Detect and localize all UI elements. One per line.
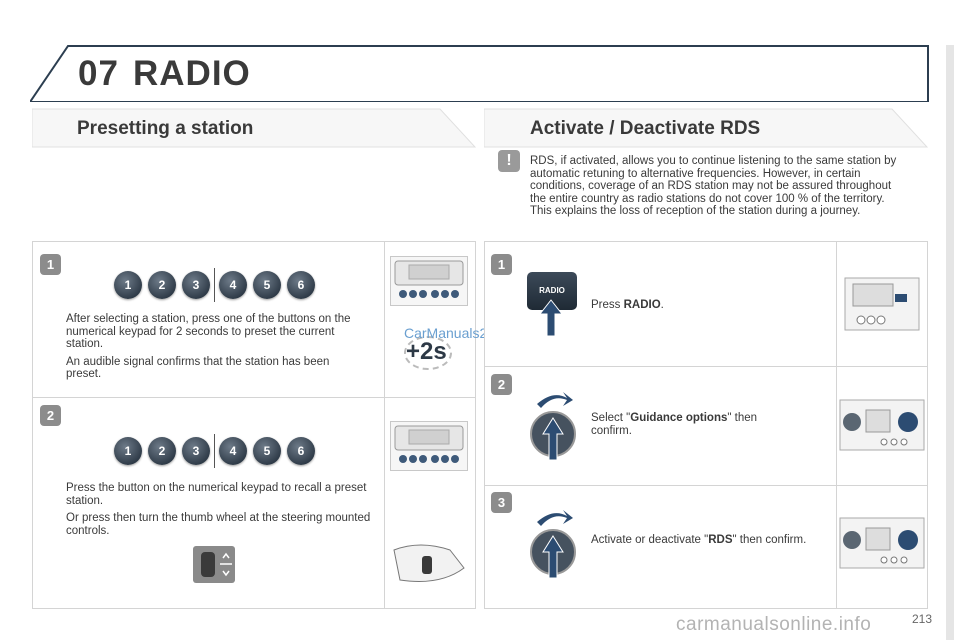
rds-step-badge-3: 3 (491, 492, 512, 513)
steering-control-icon (393, 544, 465, 582)
radio-unit-image-2 (390, 421, 468, 471)
rds-step1-key: RADIO (623, 299, 661, 311)
step2-instructions: Press the button on the numerical keypad… (66, 482, 371, 537)
section-title-rds: Activate / Deactivate RDS (530, 118, 761, 139)
preset-key-4: 4 (219, 437, 247, 465)
step-divider (484, 485, 928, 486)
rds-step1-text: Press RADIO. (591, 299, 821, 312)
rds-step-badge-1: 1 (491, 254, 512, 275)
keypad-separator (214, 434, 215, 468)
radio-dial-panel-icon (839, 399, 925, 451)
step-divider (32, 397, 476, 398)
footer-watermark: carmanualsonline.info (676, 614, 872, 635)
rds-step2-pre: Select " (591, 412, 631, 424)
rds-step1-pre: Press (591, 299, 624, 311)
radio-front-panel-icon (844, 277, 920, 331)
preset-key-1: 1 (114, 271, 142, 299)
step-badge-1: 1 (40, 254, 61, 275)
rds-step3-key: RDS (708, 534, 733, 546)
rds-step1-post: . (660, 299, 664, 311)
rds-step2-text: Select "Guidance options" then confirm. (591, 412, 801, 437)
preset-key-6: 6 (287, 437, 315, 465)
rds-step3-pre: Activate or deactivate " (591, 534, 709, 546)
thumb-wheel-graphic (201, 552, 232, 577)
step-divider (484, 366, 928, 367)
preset-key-6: 6 (287, 271, 315, 299)
step-badge-2: 2 (40, 405, 61, 426)
preset-key-2: 2 (148, 437, 176, 465)
rds-note: RDS, if activated, allows you to continu… (530, 155, 897, 217)
step2-paragraph-1: Press the button on the numerical keypad… (66, 482, 367, 507)
hold-duration-label: +2s (406, 338, 447, 365)
rds-step3-text: Activate or deactivate "RDS" then confir… (591, 534, 821, 547)
rotary-knob-icon (530, 392, 576, 461)
numeric-keypad-2: 1 2 3 4 5 6 (114, 434, 315, 468)
warning-icon: ! (498, 150, 520, 172)
step1-instructions: After selecting a station, press one of … (66, 313, 366, 381)
radio-unit-icon (394, 260, 464, 298)
step2-paragraph-2: Or press then turn the thumb wheel at th… (66, 512, 371, 537)
rotary-knob-icon (530, 510, 576, 579)
rds-step2-key: Guidance options (630, 412, 728, 424)
radio-dial-panel-icon (839, 517, 925, 569)
column-divider (384, 241, 385, 609)
preset-key-1: 1 (114, 437, 142, 465)
rds-step3-post: " then confirm. (732, 534, 807, 546)
preset-key-2: 2 (148, 271, 176, 299)
preset-key-3: 3 (182, 437, 210, 465)
numeric-keypad: 1 2 3 4 5 6 (114, 268, 315, 302)
keypad-separator (214, 268, 215, 302)
radio-unit-icon (394, 425, 464, 463)
section-title-presetting: Presetting a station (77, 118, 254, 139)
chapter-title: RADIO (133, 54, 251, 93)
preset-key-4: 4 (219, 271, 247, 299)
preset-key-3: 3 (182, 271, 210, 299)
page-edge-rail (946, 45, 954, 640)
rds-step-badge-2: 2 (491, 374, 512, 395)
thumb-wheel-icon (193, 546, 235, 583)
step1-paragraph-1: After selecting a station, press one of … (66, 313, 351, 350)
preset-key-5: 5 (253, 271, 281, 299)
press-arrow-icon (538, 299, 564, 337)
column-divider (836, 241, 837, 609)
step1-paragraph-2: An audible signal confirms that the stat… (66, 355, 330, 381)
radio-unit-image (390, 256, 468, 306)
chapter-number: 07 (78, 54, 119, 93)
page-number: 213 (912, 612, 933, 626)
preset-key-5: 5 (253, 437, 281, 465)
